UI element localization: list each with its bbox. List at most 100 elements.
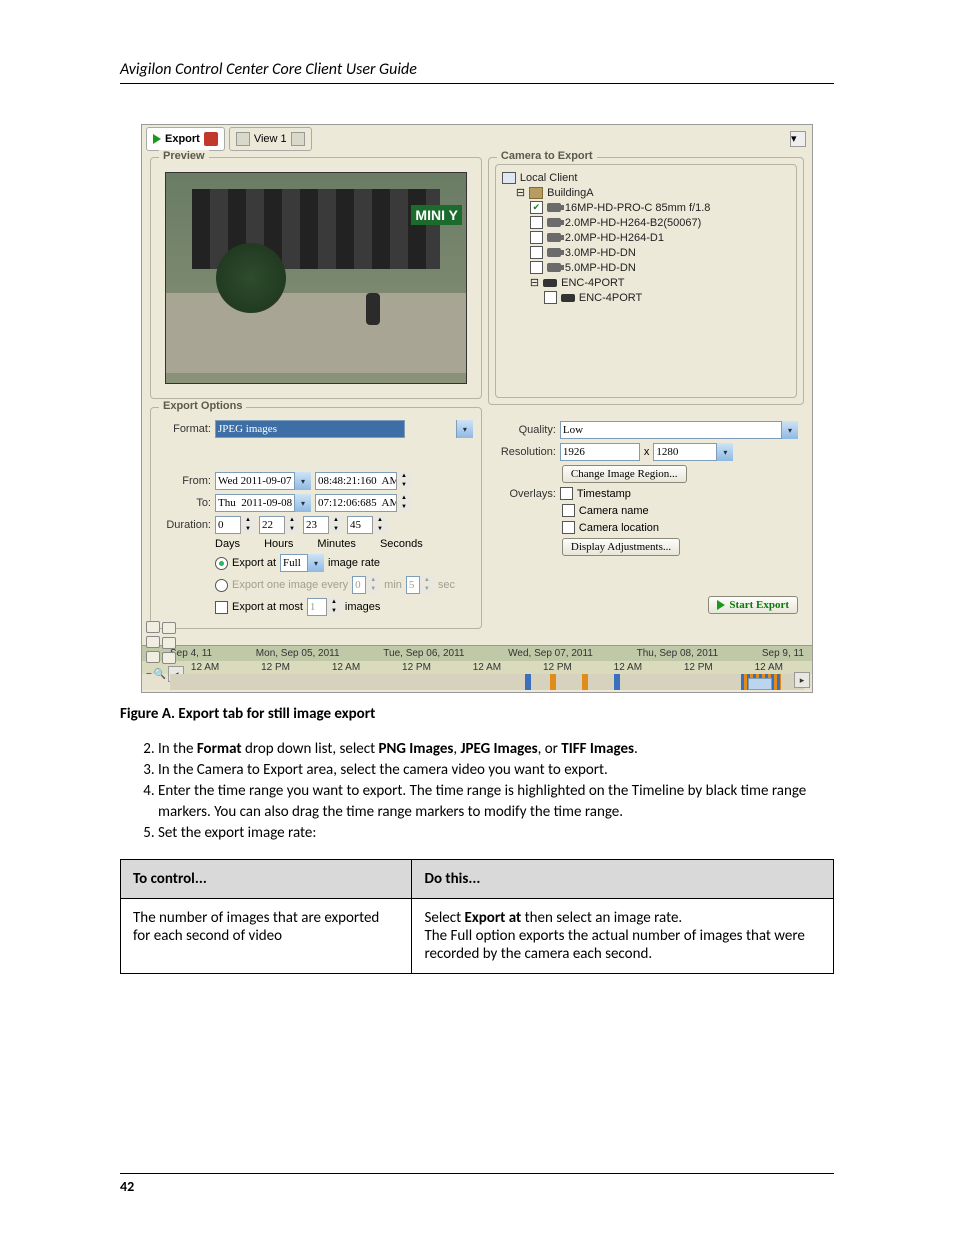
- table-r1c1: The number of images that are exported f…: [121, 898, 412, 973]
- tab-strip: Export View 1: [142, 125, 812, 153]
- tl-hour: 12 AM: [755, 662, 783, 673]
- min-label: min: [384, 579, 402, 591]
- tree-site[interactable]: BuildingA: [547, 187, 593, 199]
- chevron-down-icon[interactable]: ▾: [294, 472, 311, 490]
- timeline[interactable]: −🔍◂ Sep 4, 11 Mon, Sep 05, 2011 Tue, Sep…: [142, 645, 812, 690]
- seconds-unit: Seconds: [380, 538, 423, 550]
- site-icon: [529, 187, 543, 199]
- range-end-marker[interactable]: [614, 674, 620, 690]
- camera-tree[interactable]: Local Client ⊟BuildingA ✔16MP-HD-PRO-C 8…: [495, 164, 797, 398]
- tl-hour: 12 PM: [402, 662, 431, 673]
- start-export-button[interactable]: Start Export: [708, 596, 798, 614]
- spinner-icon[interactable]: ▲▼: [284, 516, 299, 534]
- tl-hour: 12 AM: [473, 662, 501, 673]
- resolution-label: Resolution:: [494, 446, 556, 458]
- tl-rec-icon[interactable]: [146, 636, 160, 648]
- view-dd-icon[interactable]: [291, 132, 305, 146]
- cam1-checkbox[interactable]: [530, 216, 543, 229]
- window-menu-icon[interactable]: ▾: [790, 131, 806, 147]
- image-rate-table: To control... Do this... The number of i…: [120, 859, 834, 974]
- tree-cam0[interactable]: 16MP-HD-PRO-C 85mm f/1.8: [565, 202, 710, 214]
- overlay-name-label: Camera name: [579, 505, 649, 517]
- cam4-checkbox[interactable]: [530, 261, 543, 274]
- chevron-down-icon[interactable]: ▾: [307, 554, 324, 572]
- export-every-radio[interactable]: [215, 579, 228, 592]
- tl-date: Tue, Sep 06, 2011: [383, 648, 464, 659]
- format-select[interactable]: [215, 420, 405, 438]
- display-adj-button[interactable]: Display Adjustments...: [562, 538, 680, 556]
- step-2: In the Format drop down list, select PNG…: [158, 739, 834, 760]
- chevron-down-icon[interactable]: ▾: [456, 420, 473, 438]
- change-region-button[interactable]: Change Image Region...: [562, 465, 687, 483]
- tree-cam3[interactable]: 3.0MP-HD-DN: [565, 247, 636, 259]
- step-4: Enter the time range you want to export.…: [158, 781, 834, 823]
- chevron-down-icon[interactable]: ▾: [781, 421, 798, 439]
- step-3: In the Camera to Export area, select the…: [158, 760, 834, 781]
- preview-legend: Preview: [159, 150, 209, 162]
- spinner-icon[interactable]: ▲▼: [328, 516, 343, 534]
- overlay-ts-label: Timestamp: [577, 488, 631, 500]
- image-rate-label: image rate: [328, 557, 380, 569]
- cam3-checkbox[interactable]: [530, 246, 543, 259]
- overlay-loc-checkbox[interactable]: [562, 521, 575, 534]
- encoder-icon: [543, 279, 557, 287]
- x-label: x: [644, 446, 650, 458]
- spinner-icon[interactable]: ▲▼: [372, 516, 387, 534]
- tl-hour: 12 AM: [614, 662, 642, 673]
- tl-rec2-icon[interactable]: [162, 637, 176, 649]
- overlay-name-checkbox[interactable]: [562, 504, 575, 517]
- cam0-checkbox[interactable]: ✔: [530, 201, 543, 214]
- camera-legend: Camera to Export: [497, 150, 597, 162]
- camera-icon: [547, 248, 561, 257]
- chevron-down-icon[interactable]: ▾: [716, 443, 733, 461]
- scroll-thumb[interactable]: [748, 678, 772, 690]
- overlays-label: Overlays:: [494, 488, 556, 500]
- spinner-icon: ▲▼: [365, 576, 380, 594]
- overlay-ts-checkbox[interactable]: [560, 487, 573, 500]
- tab-view1[interactable]: View 1: [229, 127, 312, 151]
- days-unit: Days: [215, 538, 240, 550]
- enc-checkbox[interactable]: [544, 291, 557, 304]
- tree-enc-parent[interactable]: ENC-4PORT: [561, 277, 624, 289]
- quality-select[interactable]: [560, 421, 798, 439]
- format-label: Format:: [155, 423, 211, 435]
- tl-play-icon[interactable]: [146, 621, 160, 633]
- tree-enc-child[interactable]: ENC-4PORT: [579, 292, 642, 304]
- tl-motion2-icon[interactable]: [162, 652, 176, 664]
- range-start-marker[interactable]: [525, 674, 531, 690]
- tree-cam2[interactable]: 2.0MP-HD-H264-D1: [565, 232, 664, 244]
- export-at-radio[interactable]: [215, 557, 228, 570]
- page-header: Avigilon Control Center Core Client User…: [120, 60, 834, 84]
- export-most-checkbox[interactable]: [215, 601, 228, 614]
- res-w-input[interactable]: [560, 443, 640, 461]
- tl-play2-icon[interactable]: [162, 622, 176, 634]
- spinner-icon[interactable]: ▲▼: [396, 494, 411, 512]
- tl-hour: 12 PM: [261, 662, 290, 673]
- images-label: images: [345, 601, 380, 613]
- motion-marker: [550, 674, 556, 690]
- export-window: ▾ Export View 1 Preview MINI Y: [141, 124, 813, 693]
- minutes-unit: Minutes: [317, 538, 356, 550]
- spinner-icon[interactable]: ▲▼: [396, 472, 411, 490]
- tree-local: Local Client: [520, 172, 577, 184]
- export-most-label: Export at most: [232, 601, 303, 613]
- tl-hour: 12 AM: [191, 662, 219, 673]
- chevron-down-icon[interactable]: ▾: [294, 494, 311, 512]
- spinner-icon[interactable]: ▲▼: [240, 516, 255, 534]
- view-icon: [236, 132, 250, 146]
- tree-cam4[interactable]: 5.0MP-HD-DN: [565, 262, 636, 274]
- tab-export[interactable]: Export: [146, 127, 225, 151]
- close-icon[interactable]: [204, 132, 218, 146]
- step-5: Set the export image rate:: [158, 823, 834, 844]
- page-number: 42: [120, 1173, 834, 1195]
- tree-cam1[interactable]: 2.0MP-HD-H264-B2(50067): [565, 217, 701, 229]
- table-r1c2: Select Export at then select an image ra…: [412, 898, 834, 973]
- tl-motion-icon[interactable]: [146, 651, 160, 663]
- timeline-controls: −🔍◂: [146, 621, 184, 682]
- cam2-checkbox[interactable]: [530, 231, 543, 244]
- timeline-bar[interactable]: [170, 674, 804, 690]
- scroll-right-icon[interactable]: ▸: [794, 672, 810, 688]
- spinner-icon: ▲▼: [419, 576, 434, 594]
- export-options-fieldset: Export Options Format: ▾ From: ▾ ▲▼: [150, 407, 482, 629]
- export-options-legend: Export Options: [159, 400, 246, 412]
